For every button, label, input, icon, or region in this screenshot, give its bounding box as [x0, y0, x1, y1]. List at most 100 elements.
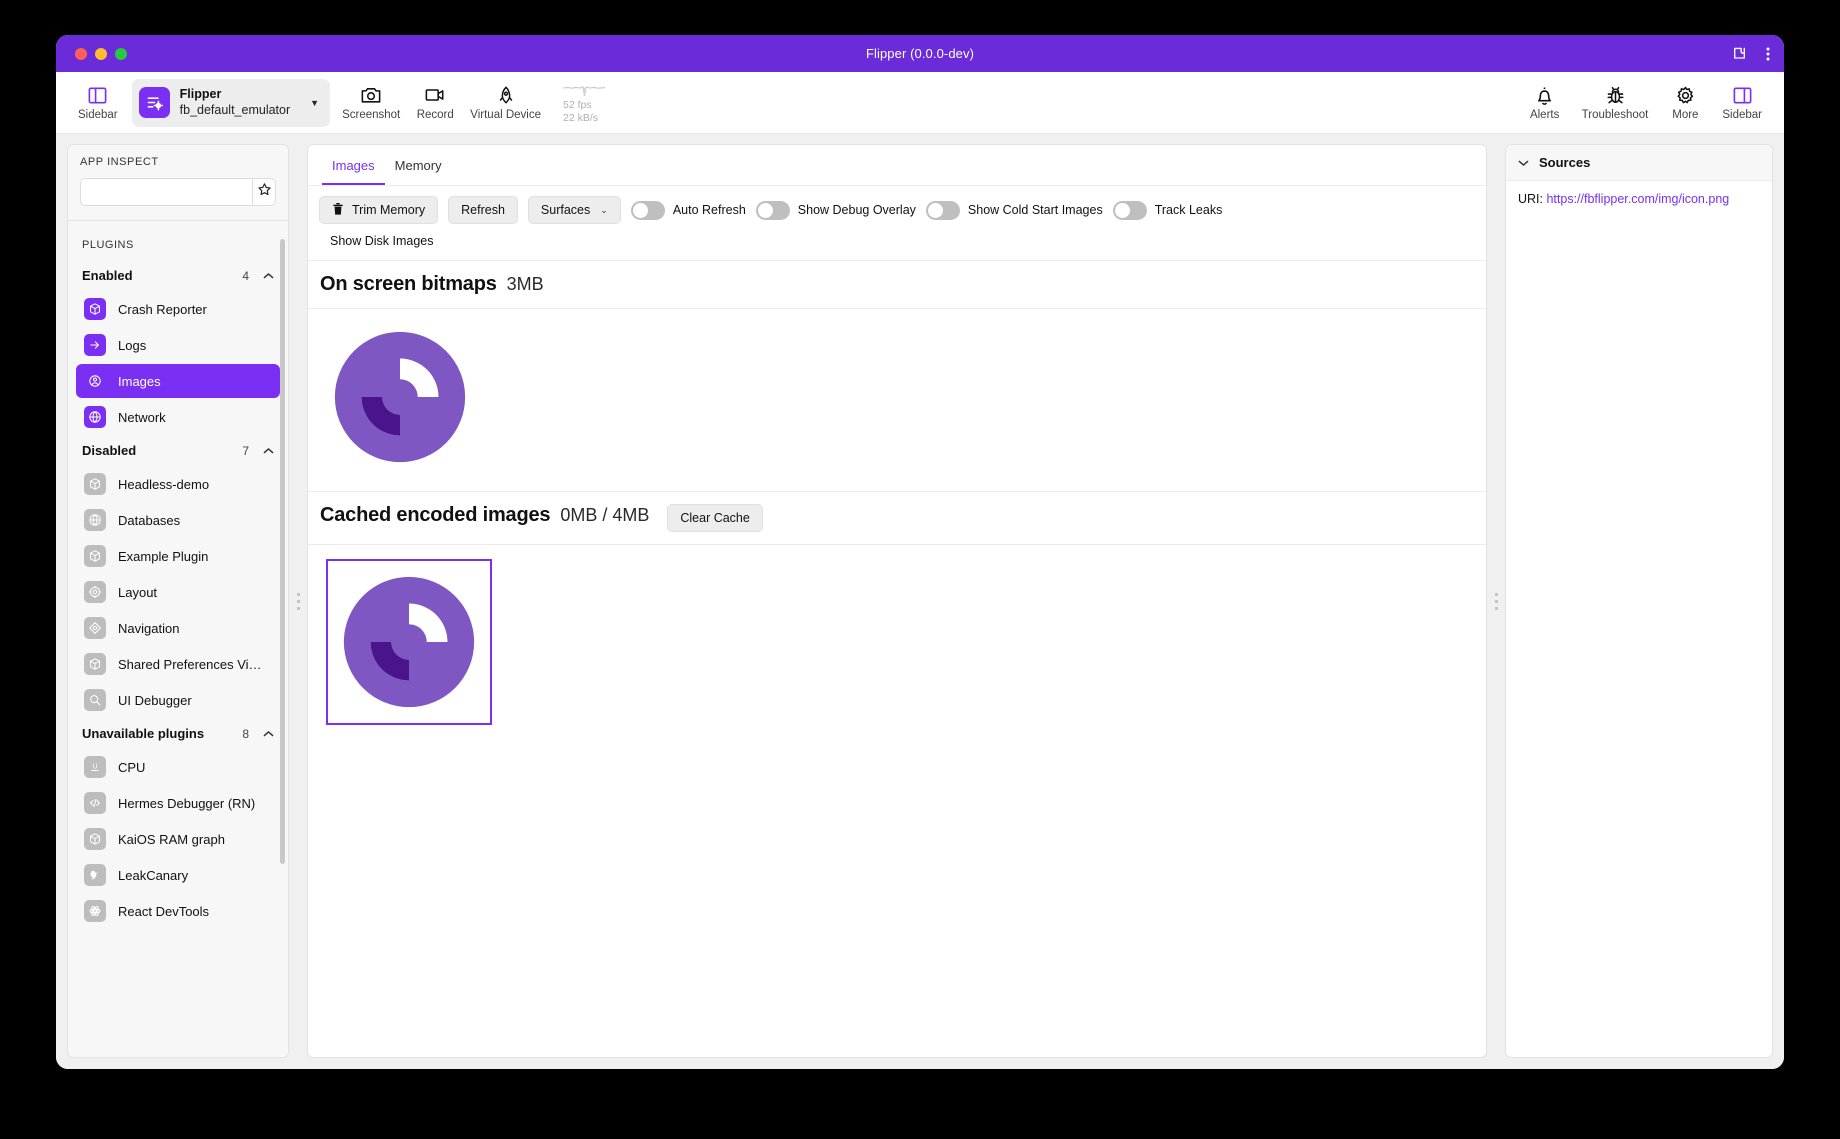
plugins-scroll-area[interactable]: PLUGINS Enabled 4 Crash Reporter Logs Images… [68, 231, 288, 1057]
sidebar-item-hermes-debugger-rn[interactable]: Hermes Debugger (RN) [76, 786, 280, 820]
clear-cache-button[interactable]: Clear Cache [667, 504, 763, 532]
cube-icon [84, 473, 106, 495]
favorite-plugins-button[interactable] [252, 178, 276, 206]
sidebar-item-leakcanary[interactable]: LeakCanary [76, 858, 280, 892]
rocket-icon [496, 84, 516, 106]
left-sidebar: APP INSPECT PLUGINS Enabled 4 Crash Repo… [67, 144, 289, 1058]
plugin-group-header-unavailable-plugins[interactable]: Unavailable plugins 8 [68, 719, 288, 748]
chevron-down-icon[interactable]: ▼ [310, 98, 319, 108]
plugin-group-header-enabled[interactable]: Enabled 4 [68, 261, 288, 290]
sidebar-item-layout[interactable]: Layout [76, 575, 280, 609]
window-controls [75, 47, 127, 60]
toggle-group: Track Leaks [1112, 200, 1222, 220]
section-title: On screen bitmaps [320, 273, 497, 295]
sidebar-item-headless-demo[interactable]: Headless-demo [76, 467, 280, 501]
sources-header[interactable]: Sources [1506, 145, 1772, 181]
sidebar-item-kaios-ram-graph[interactable]: KaiOS RAM graph [76, 822, 280, 856]
cube-icon [84, 298, 106, 320]
plugin-group-name: Enabled [82, 268, 133, 283]
record-button[interactable]: Record [408, 82, 462, 123]
alerts-button[interactable]: Alerts [1518, 82, 1572, 123]
refresh-button[interactable]: Refresh [448, 196, 518, 224]
sidebar-item-navigation[interactable]: Navigation [76, 611, 280, 645]
flipper-app-icon [138, 87, 170, 118]
code-icon [84, 792, 106, 814]
more-button[interactable]: More [1658, 82, 1712, 123]
right-sidebar: Sources URI: https://fbflipper.com/img/i… [1505, 144, 1773, 1058]
surfaces-dropdown[interactable]: Surfaces ⌄ [527, 196, 621, 224]
show-disk-images-link[interactable]: Show Disk Images [330, 234, 434, 248]
toggle-show-debug-overlay[interactable] [755, 200, 790, 220]
camera-icon [360, 84, 382, 106]
uri-link[interactable]: https://fbflipper.com/img/icon.png [1546, 192, 1729, 206]
extensions-icon[interactable] [1731, 46, 1748, 62]
compass-icon [84, 617, 106, 639]
cached-images-gallery [308, 545, 1486, 1057]
chevron-up-icon[interactable] [263, 730, 274, 738]
trim-memory-label: Trim Memory [352, 203, 426, 217]
refresh-label: Refresh [461, 203, 505, 217]
cube-icon [84, 653, 106, 675]
sidebar-item-crash-reporter[interactable]: Crash Reporter [76, 292, 280, 326]
virtual-device-button[interactable]: Virtual Device [462, 82, 549, 123]
sidebar-item-react-devtools[interactable]: React DevTools [76, 894, 280, 928]
virtual-device-label: Virtual Device [470, 109, 541, 121]
record-label: Record [416, 109, 454, 121]
device-selector[interactable]: Flipper fb_default_emulator ▼ [131, 78, 331, 127]
sidebar-item-databases[interactable]: Databases [76, 503, 280, 537]
screenshot-button[interactable]: Screenshot [334, 82, 408, 123]
troubleshoot-button[interactable]: Troubleshoot [1574, 82, 1657, 123]
sidebar-item-images[interactable]: Images [76, 364, 280, 398]
toggle-label-show-cold-start-images: Show Cold Start Images [967, 203, 1103, 217]
sidebar-item-label: CPU [118, 759, 146, 775]
toggle-left-sidebar-button[interactable]: Sidebar [70, 82, 126, 123]
sidebar-item-label: Crash Reporter [118, 301, 207, 317]
close-window-button[interactable] [75, 47, 87, 60]
throughput-value: 22 kB/s [563, 111, 599, 124]
sidebar-item-shared-preferences-vi[interactable]: Shared Preferences Vi… [76, 647, 280, 681]
trim-memory-button[interactable]: Trim Memory [319, 196, 439, 224]
target-icon [84, 581, 106, 603]
chevron-up-icon[interactable] [263, 447, 274, 455]
show-disk-images-row: Show Disk Images [319, 224, 1475, 250]
sidebar-item-label: Example Plugin [118, 548, 209, 564]
right-panel-resizer[interactable] [1487, 144, 1505, 1058]
sidebar-scrollbar[interactable] [280, 239, 285, 864]
bell-icon [1535, 84, 1554, 106]
sidebar-item-cpu[interactable]: U CPU [76, 750, 280, 784]
toggle-auto-refresh[interactable] [630, 200, 665, 220]
app-inspect-header: APP INSPECT [67, 144, 289, 220]
sidebar-item-label: Navigation [118, 620, 180, 636]
device-names: Flipper fb_default_emulator [180, 87, 291, 118]
sidebar-item-ui-debugger[interactable]: UI Debugger [76, 683, 280, 717]
minimize-window-button[interactable] [95, 47, 107, 60]
tab-images[interactable]: Images [322, 145, 385, 185]
section-size: 3MB [506, 274, 544, 294]
chevron-down-icon[interactable] [1518, 159, 1529, 167]
flipper-logo-thumbnail[interactable] [326, 323, 1468, 471]
maximize-window-button[interactable] [115, 47, 127, 60]
cached-image-selected[interactable] [326, 559, 492, 725]
arrow-right-icon [84, 334, 106, 356]
sidebar-item-label: Headless-demo [118, 476, 210, 492]
toggle-right-sidebar-button[interactable]: Sidebar [1714, 82, 1770, 123]
section-title: Cached encoded images [320, 504, 551, 526]
trash-icon [332, 202, 344, 219]
chevron-up-icon[interactable] [263, 272, 274, 280]
gear-icon [1675, 84, 1696, 106]
flipper-logo-icon [343, 576, 475, 708]
tab-memory[interactable]: Memory [385, 145, 452, 185]
toggle-show-cold-start-images[interactable] [925, 200, 960, 220]
plugin-search-input[interactable] [80, 178, 252, 206]
left-panel-resizer[interactable] [289, 144, 307, 1058]
sources-uri-row: URI: https://fbflipper.com/img/icon.png [1506, 181, 1772, 217]
toggle-track-leaks[interactable] [1112, 200, 1147, 220]
overflow-menu-icon[interactable] [1766, 46, 1770, 62]
sidebar-item-logs[interactable]: Logs [76, 328, 280, 362]
sidebar-item-network[interactable]: Network [76, 400, 280, 434]
cube-icon [84, 828, 106, 850]
sidebar-item-label: LeakCanary [118, 867, 189, 883]
plugin-group-header-disabled[interactable]: Disabled 7 [68, 436, 288, 465]
globe-icon [84, 509, 106, 531]
sidebar-item-example-plugin[interactable]: Example Plugin [76, 539, 280, 573]
